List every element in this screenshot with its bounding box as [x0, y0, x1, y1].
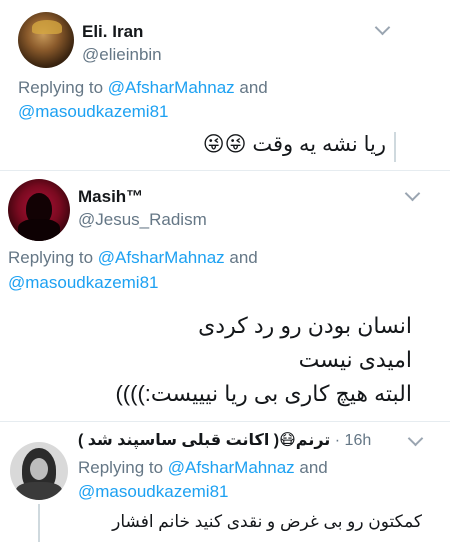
tweet-1[interactable]: Eli. Iran @elieinbin Replying to @Afshar… [0, 0, 450, 168]
mention-link[interactable]: @masoudkazemi81 [18, 100, 169, 124]
replying-and: and [234, 78, 268, 97]
replying-to-label: Replying to [18, 78, 104, 97]
replying-and: and [294, 458, 328, 477]
avatar[interactable] [18, 12, 74, 68]
tweet-time[interactable]: · 16h [335, 432, 371, 449]
mention-link[interactable]: @AfsharMahnaz [168, 458, 295, 477]
tweet-text: کمکتون رو بی غرض و نقدی کنید خانم افشار [112, 512, 422, 531]
tweet-text-line-1: انسان بودن رو رد کردی [198, 313, 412, 338]
avatar[interactable] [8, 179, 70, 241]
chevron-down-icon[interactable] [374, 19, 391, 36]
mention-link[interactable]: @AfsharMahnaz [98, 248, 225, 267]
replying-to-line-1: Replying to @AfsharMahnaz and [78, 456, 328, 480]
replying-to-label: Replying to [78, 458, 164, 477]
tweet-text: ریا نشه یه وقت 😜😜 [202, 133, 386, 156]
mention-link[interactable]: @masoudkazemi81 [8, 271, 159, 295]
tweet-2[interactable]: Masih™ @Jesus_Radism Replying to @Afshar… [0, 171, 450, 420]
display-name[interactable]: Eli. Iran [82, 22, 143, 42]
tweet-header: ترنم😷( اکانت قبلی ساسپند شد ) · 16h [78, 430, 371, 450]
replying-to-label: Replying to [8, 248, 94, 267]
replying-and: and [224, 248, 258, 267]
thread-line [38, 504, 40, 542]
replying-to-line-1: Replying to @AfsharMahnaz and [18, 76, 268, 100]
avatar[interactable] [10, 442, 68, 500]
chevron-down-icon[interactable] [404, 185, 421, 202]
user-handle[interactable]: @elieinbin [82, 45, 162, 65]
mention-link[interactable]: @masoudkazemi81 [78, 480, 229, 504]
tweet-3[interactable]: ترنم😷( اکانت قبلی ساسپند شد ) · 16h Repl… [0, 422, 450, 542]
thread-line [394, 132, 396, 162]
tweet-text-line-2: امیدی نیست [298, 347, 412, 372]
tweet-text-line-3: البته هیچ کاری بی ریا نیییست:)))) [115, 381, 412, 406]
replying-to-line-1: Replying to @AfsharMahnaz and [8, 246, 258, 270]
display-name[interactable]: ترنم😷( اکانت قبلی ساسپند شد ) [78, 432, 330, 449]
user-handle[interactable]: @Jesus_Radism [78, 210, 207, 230]
display-name[interactable]: Masih™ [78, 187, 143, 207]
chevron-down-icon[interactable] [407, 430, 424, 447]
mention-link[interactable]: @AfsharMahnaz [108, 78, 235, 97]
